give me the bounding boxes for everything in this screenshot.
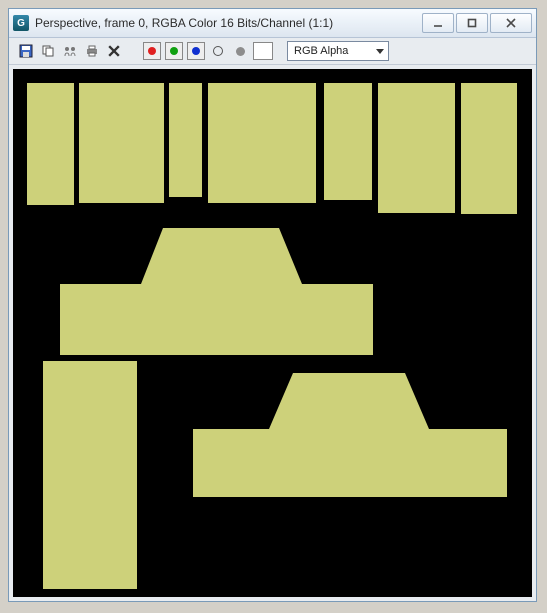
chevron-down-icon: [376, 49, 384, 54]
window-buttons: [422, 13, 532, 33]
print-icon[interactable]: [83, 42, 101, 60]
clone-icon[interactable]: [61, 42, 79, 60]
toolbar: RGB Alpha: [9, 38, 536, 65]
render-window: G Perspective, frame 0, RGBA Color 16 Bi…: [8, 8, 537, 602]
uv-poly-layer: [13, 69, 532, 597]
titlebar[interactable]: G Perspective, frame 0, RGBA Color 16 Bi…: [9, 9, 536, 38]
green-channel-button[interactable]: [165, 42, 183, 60]
alpha-channel-button[interactable]: [231, 42, 249, 60]
viewport-frame: [9, 65, 536, 601]
save-icon[interactable]: [17, 42, 35, 60]
uv-shape: [193, 373, 507, 497]
mono-channel-button[interactable]: [209, 42, 227, 60]
channel-select[interactable]: RGB Alpha: [287, 41, 389, 61]
delete-icon[interactable]: [105, 42, 123, 60]
maximize-button[interactable]: [456, 13, 488, 33]
render-viewport[interactable]: [13, 69, 532, 597]
app-icon: G: [13, 15, 29, 31]
blue-channel-button[interactable]: [187, 42, 205, 60]
close-button[interactable]: [490, 13, 532, 33]
color-swatch[interactable]: [253, 42, 273, 60]
uv-shape: [60, 228, 373, 355]
minimize-button[interactable]: [422, 13, 454, 33]
channel-select-label: RGB Alpha: [294, 45, 348, 57]
copy-icon[interactable]: [39, 42, 57, 60]
red-channel-button[interactable]: [143, 42, 161, 60]
window-title: Perspective, frame 0, RGBA Color 16 Bits…: [35, 16, 416, 30]
